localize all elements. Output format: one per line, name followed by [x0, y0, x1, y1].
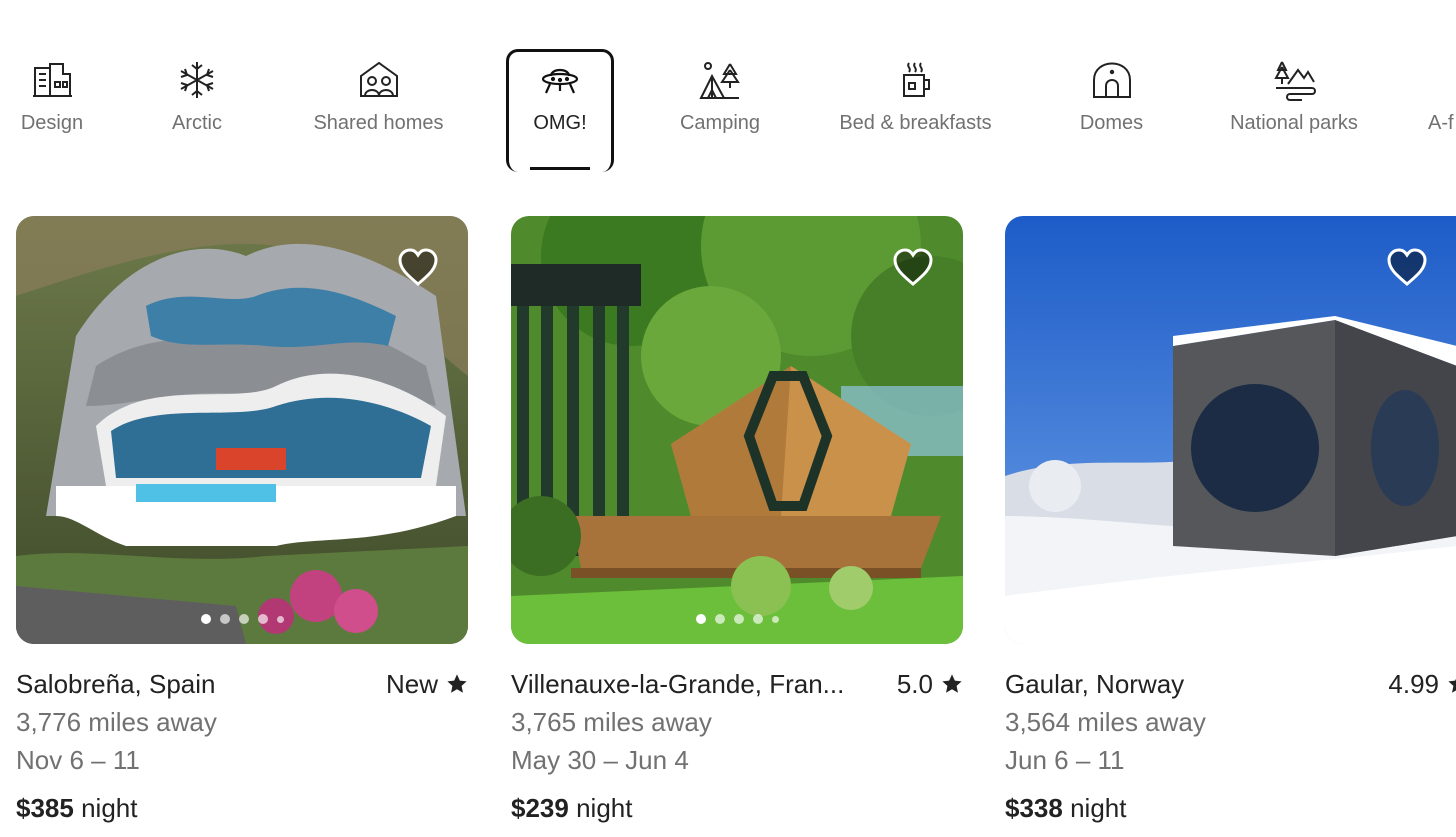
- photo-pagination: [16, 614, 468, 624]
- listing-location: Salobreña, Spain: [16, 668, 216, 699]
- snowflake-icon: [175, 58, 219, 102]
- category-label: A-f: [1428, 112, 1454, 134]
- category-bed-and-breakfasts[interactable]: Bed & breakfasts: [829, 58, 1002, 158]
- category-domes[interactable]: Domes: [1075, 58, 1148, 158]
- listing-photo[interactable]: [16, 216, 468, 644]
- category-label: National parks: [1230, 112, 1358, 134]
- listing-location: Gaular, Norway: [1005, 668, 1185, 699]
- selected-category-underline: [530, 167, 590, 170]
- pagination-dot: [1223, 614, 1233, 624]
- listing-price: $338 night: [1005, 792, 1456, 824]
- listing-dates: Jun 6 – 11: [1005, 745, 1125, 775]
- listing-card[interactable]: Gaular, Norway 4.99 3,564 miles away Jun…: [1005, 216, 1456, 824]
- listing-price: $385 night: [16, 792, 468, 824]
- pagination-dot: [276, 615, 284, 623]
- category-bar: Design Arctic Shared homes OMG! Camping …: [0, 0, 1456, 180]
- price-amount: $338: [1005, 793, 1063, 823]
- listing-rating: 5.0: [897, 669, 963, 700]
- listing-dates: Nov 6 – 11: [16, 745, 140, 775]
- pagination-dot: [238, 614, 249, 624]
- design-icon: [30, 58, 74, 102]
- listing-info: Villenauxe-la-Grande, Fran... 5.0 3,765 …: [511, 668, 963, 824]
- pagination-dot: [771, 615, 779, 623]
- category-label: Shared homes: [313, 112, 444, 134]
- price-amount: $385: [16, 793, 74, 823]
- price-unit: night: [1070, 793, 1127, 823]
- price-unit: night: [81, 793, 138, 823]
- pagination-dot: [695, 614, 706, 624]
- listing-info: Salobreña, Spain New 3,776 miles away No…: [16, 668, 468, 824]
- star-icon: [447, 674, 467, 693]
- listing-distance: 3,776 miles away: [16, 707, 217, 737]
- listing-photo[interactable]: [511, 216, 963, 644]
- category-label: Bed & breakfasts: [839, 112, 992, 134]
- category-design[interactable]: Design: [17, 58, 87, 158]
- rating-value: 5.0: [896, 668, 933, 699]
- pagination-dot: [200, 614, 211, 624]
- star-icon: [1448, 678, 1456, 693]
- favorite-heart-icon[interactable]: [1385, 246, 1429, 290]
- rating-value: New: [385, 668, 438, 699]
- listing-rating: New: [386, 669, 468, 700]
- listing-rating: 4.99: [1388, 669, 1456, 700]
- national-parks-icon: [1272, 58, 1316, 102]
- pagination-dot: [752, 614, 763, 624]
- pagination-dot: [1261, 615, 1268, 623]
- listing-info: Gaular, Norway 4.99 3,564 miles away Jun…: [1005, 668, 1456, 824]
- camping-icon: [698, 58, 742, 102]
- category-arctic[interactable]: Arctic: [166, 58, 228, 158]
- category-national-parks[interactable]: National parks: [1221, 58, 1367, 158]
- listing-price: $239 night: [511, 792, 963, 824]
- price-amount: $239: [511, 793, 569, 823]
- favorite-heart-icon[interactable]: [396, 246, 440, 290]
- star-icon: [942, 674, 962, 693]
- mug-icon: [894, 58, 938, 102]
- category-label: Design: [20, 112, 84, 134]
- photo-pagination: [1005, 614, 1456, 624]
- pagination-dot: [1185, 614, 1195, 624]
- category-label: Arctic: [172, 112, 222, 134]
- price-unit: night: [576, 793, 633, 823]
- listing-card[interactable]: Salobreña, Spain New 3,776 miles away No…: [16, 216, 468, 824]
- listing-dates: May 30 – Jun 4: [511, 745, 689, 775]
- listing-distance: 3,564 miles away: [1005, 707, 1206, 737]
- dome-icon: [1090, 58, 1134, 102]
- category-camping[interactable]: Camping: [673, 58, 767, 158]
- favorite-heart-icon[interactable]: [891, 246, 935, 290]
- category-label: Camping: [679, 112, 761, 134]
- pagination-dot: [1204, 614, 1214, 624]
- rating-value: 4.99: [1388, 668, 1439, 699]
- photo-pagination: [511, 614, 963, 624]
- pagination-dot: [257, 614, 268, 624]
- listing-photo[interactable]: [1005, 216, 1456, 644]
- pagination-dot: [733, 614, 744, 624]
- category-a-frames[interactable]: A-f: [1428, 58, 1456, 158]
- selected-category-outline: [506, 49, 614, 172]
- category-label: Domes: [1079, 112, 1144, 134]
- pagination-dot: [219, 614, 230, 624]
- category-shared-homes[interactable]: Shared homes: [306, 58, 451, 158]
- pagination-dot: [714, 614, 725, 624]
- listing-card[interactable]: Villenauxe-la-Grande, Fran... 5.0 3,765 …: [511, 216, 963, 824]
- shared-homes-icon: [357, 58, 401, 102]
- listing-location: Villenauxe-la-Grande, Fran...: [511, 668, 845, 699]
- listing-distance: 3,765 miles away: [511, 707, 712, 737]
- pagination-dot: [1242, 614, 1252, 624]
